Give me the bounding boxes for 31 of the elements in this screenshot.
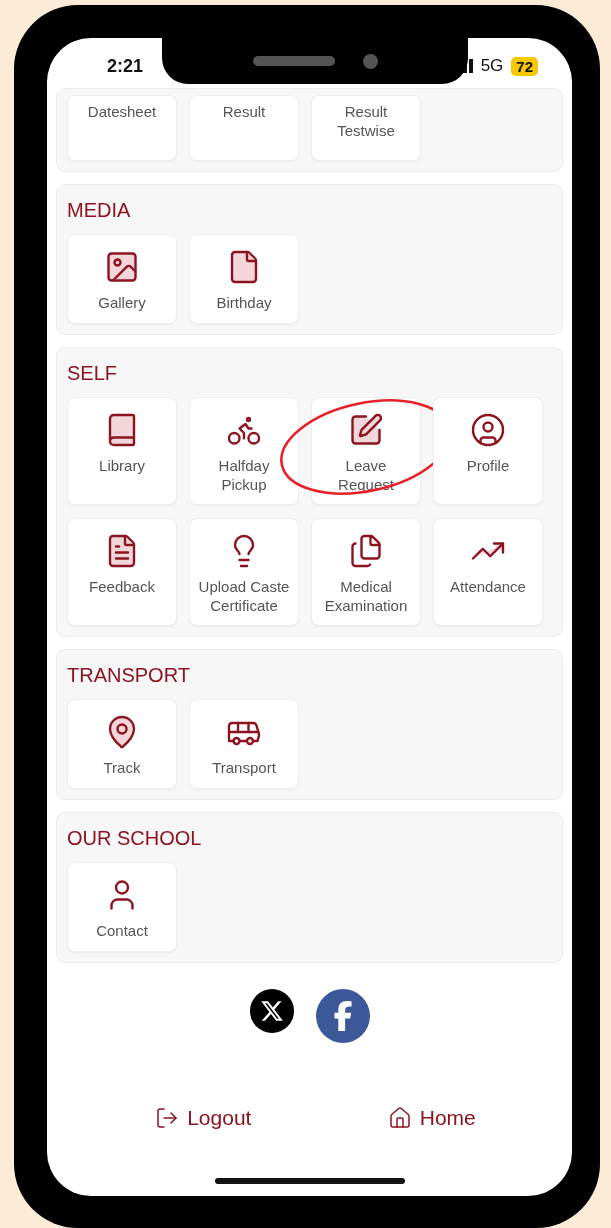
menu-tile[interactable]: Result: [189, 95, 299, 161]
menu-tile[interactable]: Birthday: [189, 234, 299, 324]
menu-tile[interactable]: Transport: [189, 699, 299, 789]
menu-tile[interactable]: Library: [67, 397, 177, 505]
x-logo-icon[interactable]: [249, 989, 294, 1033]
network-type: 5G: [480, 56, 504, 76]
menu-tile[interactable]: Feedback: [67, 518, 177, 626]
image-icon: [104, 249, 140, 285]
menu-tile[interactable]: Upload Caste Certificate: [189, 518, 299, 626]
menu-tile[interactable]: Halfday Pickup: [189, 397, 299, 505]
facebook-logo-icon[interactable]: [315, 989, 370, 1043]
section-title: MEDIA: [67, 199, 132, 222]
menu-tile[interactable]: Profile: [433, 397, 543, 505]
user-circle-icon: [470, 412, 506, 448]
battery-level: 72: [511, 56, 538, 76]
status-time: 2:21: [107, 55, 144, 77]
section-title: SELF: [67, 362, 119, 385]
menu-tile[interactable]: Contact: [67, 862, 177, 952]
home-icon: [387, 1106, 412, 1130]
home-button[interactable]: Home: [381, 1105, 482, 1131]
menu-tile[interactable]: Attendance: [433, 518, 543, 626]
section-title: OUR SCHOOL: [67, 827, 203, 850]
logout-button[interactable]: Logout: [149, 1105, 258, 1131]
documents-icon: [348, 533, 384, 569]
menu-tile[interactable]: Track: [67, 699, 177, 789]
logout-icon: [155, 1106, 180, 1130]
section-title: TRANSPORT: [67, 664, 191, 687]
menu-tile[interactable]: Medical Examination: [311, 518, 421, 626]
menu-tile[interactable]: Datesheet: [67, 95, 177, 161]
menu-tile[interactable]: Result Testwise: [311, 95, 421, 161]
menu-tile[interactable]: Gallery: [67, 234, 177, 324]
